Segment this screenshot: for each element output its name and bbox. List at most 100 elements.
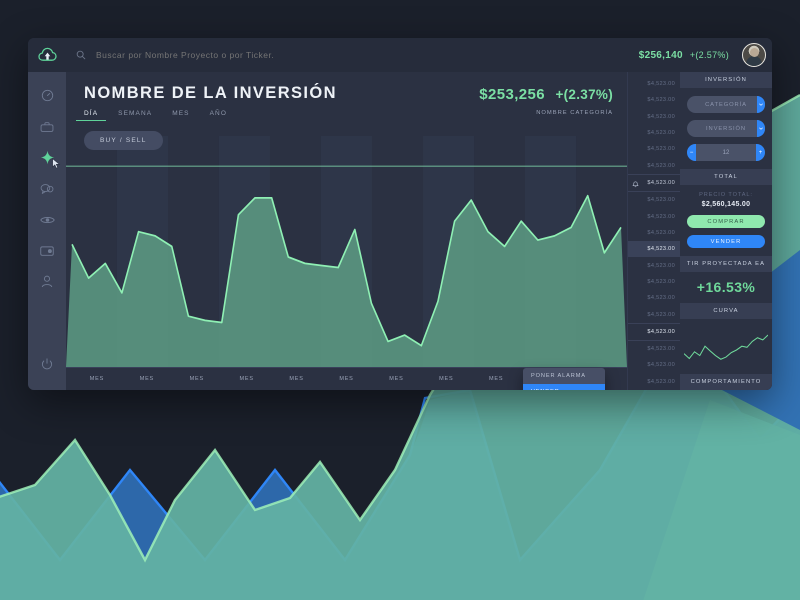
context-menu-item-alarm[interactable]: PONER ALARMA [523,368,605,384]
ladder-row[interactable]: $4,523.00 [628,241,680,258]
ladder-row[interactable]: $4,523.00 [628,192,680,208]
app-window: $256,140 +(2.57%) [28,38,772,390]
header-ticker-change: +(2.57%) [689,50,729,60]
ladder-row[interactable]: $4,523.00 [628,173,680,193]
search-bar[interactable] [66,49,639,61]
ladder-row[interactable]: $4,523.00 [628,357,680,373]
chevron-down-glyph [759,127,763,130]
sidebar-item-messages[interactable] [28,173,66,204]
main-pane: NOMBRE DE LA INVERSIÓN DÍA SEMANA MES AÑ… [66,72,627,390]
ladder-row[interactable]: $4,523.00 [628,109,680,125]
tab-dia[interactable]: DÍA [75,110,107,121]
ladder-row-value: $4,523.00 [647,229,675,236]
ladder-row-value: $4,523.00 [647,197,675,204]
chevron-down-icon[interactable] [757,120,765,137]
title-block: NOMBRE DE LA INVERSIÓN DÍA SEMANA MES AÑ… [75,84,479,121]
sidebar-item-watchlist[interactable] [28,204,66,235]
tir-heading: TIR PROYECTADA EA [680,256,772,272]
x-tick: MES [239,376,254,382]
curve-heading: CURVA [680,303,772,319]
price-ladder[interactable]: $4,523.00 $4,523.00 $4,523.00 $4,523.00 $4,5… [627,72,680,390]
category-select[interactable]: CATEGORÍA [687,96,765,113]
quantity-stepper[interactable]: − 12 + [687,144,765,161]
ladder-row-value: $4,523.00 [647,213,675,220]
avatar[interactable] [742,43,766,67]
ladder-row-value: $4,523.00 [647,246,675,253]
ladder-row[interactable]: $4,523.00 [628,125,680,141]
quantity-increment[interactable]: + [756,144,765,161]
ladder-row[interactable]: $4,523.00 [628,322,680,341]
ladder-row[interactable]: $4,523.00 [628,290,680,306]
investment-select[interactable]: INVERSIÓN [687,120,765,137]
comprar-button[interactable]: COMPRAR [687,215,765,228]
curve-body [680,319,772,374]
search-icon [76,50,86,60]
investment-body: CATEGORÍA INVERSIÓN − 12 + [680,88,772,169]
gauge-icon [41,89,53,102]
tab-semana[interactable]: SEMANA [118,110,152,121]
briefcase-icon [40,121,54,132]
app-body: NOMBRE DE LA INVERSIÓN DÍA SEMANA MES AÑ… [28,72,772,390]
x-tick: MES [439,376,454,382]
ladder-row[interactable]: $4,523.00 [628,158,680,174]
sidebar-item-profile[interactable] [28,266,66,297]
ladder-row-value: $4,523.00 [647,130,675,137]
sidebar-item-portfolio[interactable] [28,111,66,142]
search-input[interactable] [94,49,358,61]
ladder-row[interactable]: $4,523.00 [628,374,680,390]
ladder-row-value: $4,523.00 [647,162,675,169]
x-tick: MES [139,376,155,382]
total-heading: TOTAL [680,169,772,185]
cursor-icon [52,158,61,169]
ladder-row[interactable]: $4,523.00 [628,76,680,92]
ladder-row[interactable]: $4,523.00 [628,306,680,322]
chevron-down-icon[interactable] [757,96,765,113]
header-ticker: $256,140 +(2.57%) [639,43,772,67]
ladder-row-value: $4,523.00 [647,97,675,104]
sidebar-item-wallet[interactable] [28,235,66,266]
investment-heading: INVERSIÓN [680,72,772,88]
ladder-row[interactable]: $4,523.00 [628,209,680,225]
sidebar [28,72,66,390]
sidebar-item-dashboard[interactable] [28,80,66,111]
person-icon [41,275,53,288]
sidebar-item-logout[interactable] [28,349,66,380]
ladder-row[interactable]: $4,523.00 [628,257,680,273]
vender-button[interactable]: VENDER [687,235,765,248]
x-tick: MES [89,376,105,382]
x-tick: MES [339,376,354,382]
ladder-row[interactable]: $4,523.00 [628,141,680,157]
chat-icon [40,183,54,194]
ladder-row-value: $4,523.00 [647,278,675,285]
ladder-row[interactable]: $4,523.00 [628,274,680,290]
total-body: PRECIO TOTAL: $2,560,145.00 COMPRAR VEND… [680,185,772,256]
wallet-icon [40,245,54,256]
ladder-row-value: $4,523.00 [647,346,675,353]
investment-select-value: INVERSIÓN [706,125,746,132]
ladder-row-value: $4,523.00 [647,113,675,120]
main-price: $253,256 [479,86,545,103]
quantity-value: 12 [722,149,730,156]
ladder-row-value: $4,523.00 [647,180,675,187]
price-block: $253,256 +(2.37%) NOMBRE CATEGORÍA [479,84,613,116]
chevron-down-glyph [759,103,763,106]
tir-value: +16.53% [696,279,756,295]
sidebar-item-insights[interactable] [28,142,66,173]
tir-body: +16.53% [680,272,772,303]
ladder-row[interactable]: $4,523.00 [628,92,680,108]
tab-mes[interactable]: MES [172,110,189,121]
chart-area[interactable]: PONER ALARMA VENDER COMPRAR [66,136,627,390]
ladder-row-value: $4,523.00 [647,262,675,269]
context-menu-item-sell[interactable]: VENDER [523,384,605,390]
cloud-up-arrow-icon [37,47,57,61]
ladder-row[interactable]: $4,523.00 [628,225,680,241]
buy-sell-button[interactable]: BUY / SELL [84,131,163,150]
tab-ano[interactable]: AÑO [210,110,227,121]
quantity-decrement[interactable]: − [687,144,696,161]
page-title: NOMBRE DE LA INVERSIÓN [84,84,337,102]
behavior-heading: COMPORTAMIENTO [680,374,772,390]
x-tick: MES [489,376,504,382]
header-ticker-price: $256,140 [638,49,683,61]
ladder-row[interactable]: $4,523.00 [628,341,680,357]
app-logo[interactable] [28,47,66,63]
